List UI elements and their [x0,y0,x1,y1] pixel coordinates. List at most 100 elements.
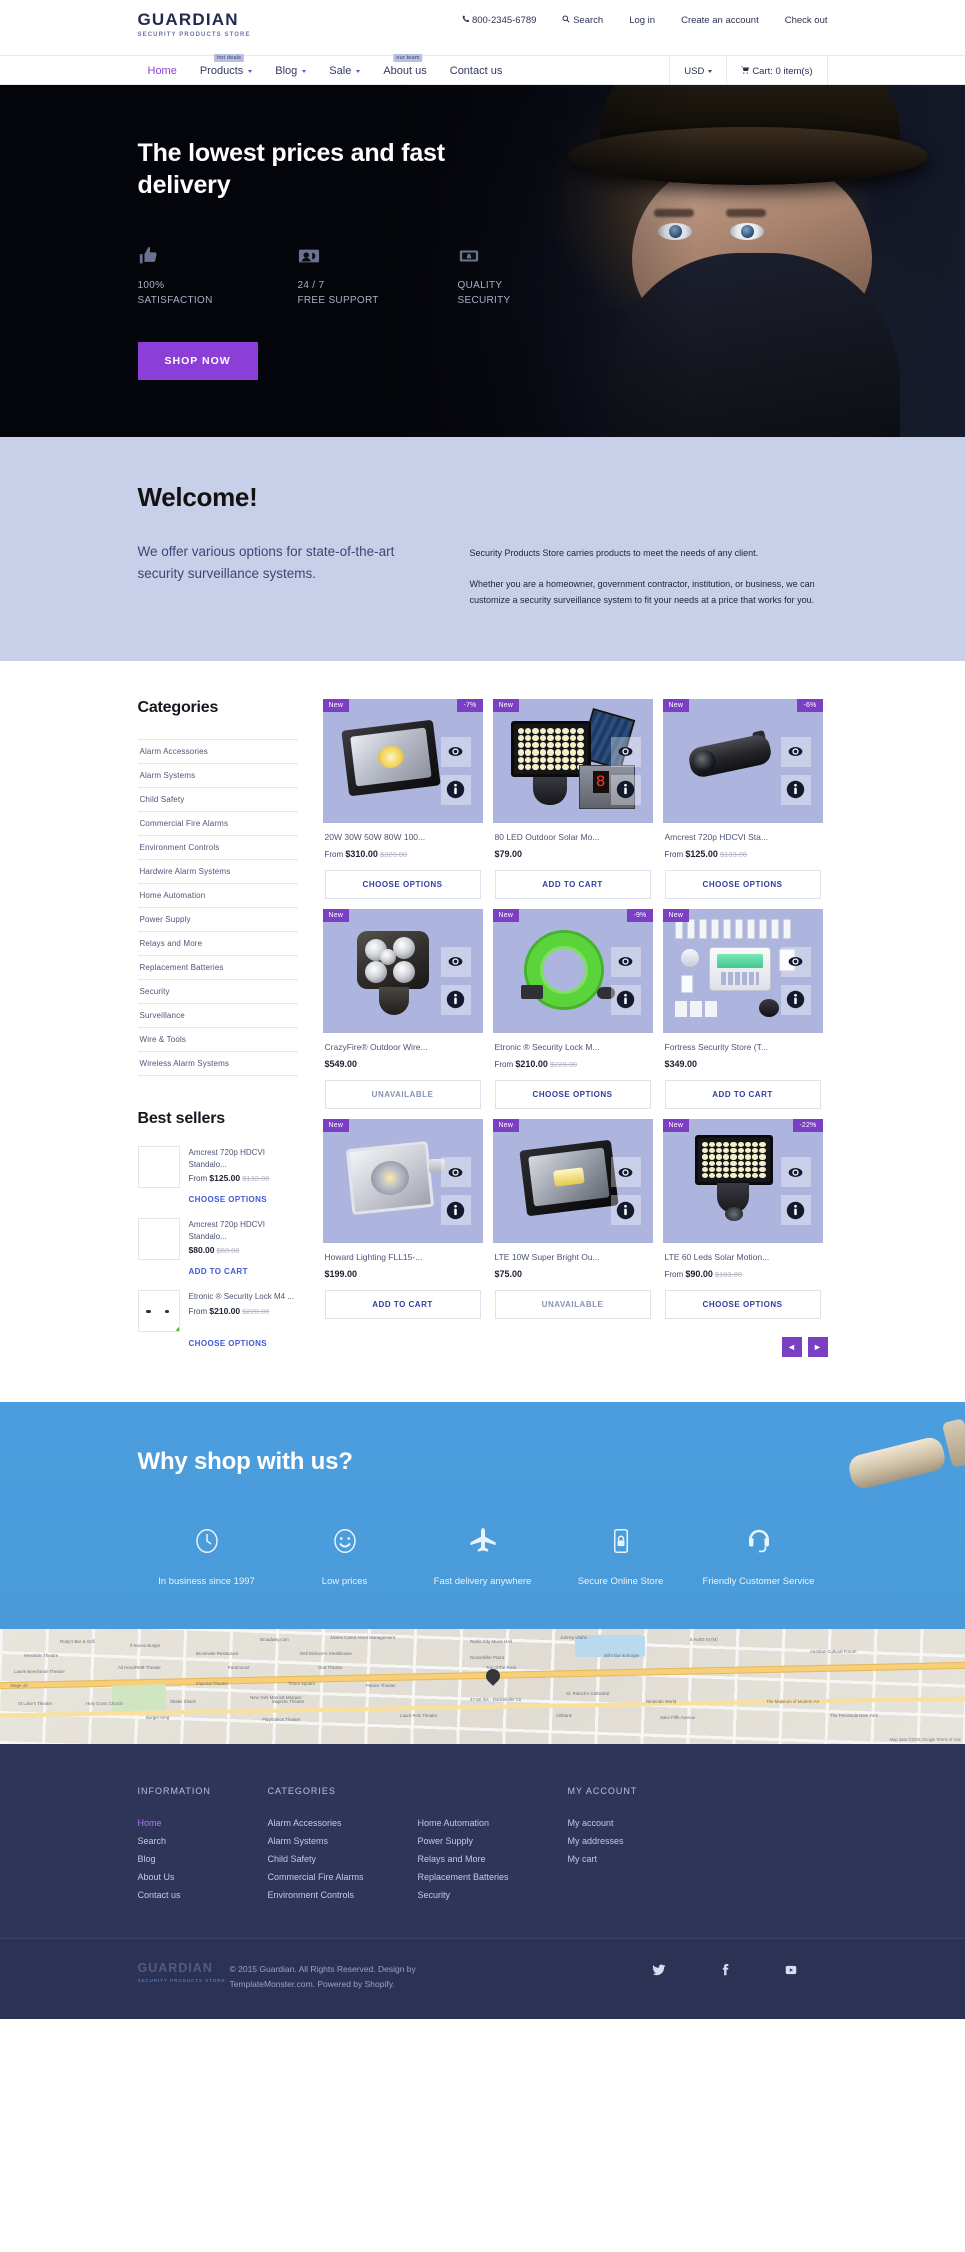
category-link[interactable]: Child Safety [137,788,298,812]
footer-brand-logo[interactable]: GUARDIAN SECURITY PRODUCTS STORE [138,1961,230,1983]
quick-view-icon[interactable] [610,1157,641,1188]
product-info-icon[interactable] [440,1195,471,1226]
cart-link[interactable]: Cart: 0 item(s) [726,56,828,86]
footer-link[interactable]: My account [568,1814,828,1832]
product-card[interactable]: New -22% LTE 60 Leds Solar Motion... From $… [662,1119,823,1320]
footer-link[interactable]: Commercial Fire Alarms [268,1868,418,1886]
footer-link[interactable]: My cart [568,1850,828,1868]
category-link[interactable]: Surveillance [137,1004,298,1028]
nav-item-blog[interactable]: Blog [275,65,307,77]
footer-link[interactable]: Home Automation [418,1814,568,1832]
footer-link[interactable]: About Us [138,1868,268,1886]
quick-view-icon[interactable] [780,736,811,767]
checkout-link[interactable]: Check out [785,15,828,26]
footer-link[interactable]: Replacement Batteries [418,1868,568,1886]
category-link[interactable]: Power Supply [137,908,298,932]
product-info-icon[interactable] [610,774,641,805]
product-info-icon[interactable] [610,984,641,1015]
footer-link[interactable]: Security [418,1886,568,1904]
footer-link[interactable]: Alarm Systems [268,1832,418,1850]
currency-selector[interactable]: USD [669,56,726,86]
product-cta-button[interactable]: UNAVAILABLE [494,1290,651,1320]
category-link[interactable]: Home Automation [137,884,298,908]
product-image[interactable]: New [492,1119,653,1244]
product-info-icon[interactable] [780,984,811,1015]
product-card[interactable]: New -6% Amcrest 720p HDCVI Sta... From $125… [662,698,823,899]
product-image[interactable]: 8 New [492,698,653,823]
category-link[interactable]: Relays and More [137,932,298,956]
category-link[interactable]: Wireless Alarm Systems [137,1052,298,1076]
best-seller-cta[interactable]: ADD TO CART [189,1267,298,1276]
nav-item-about-us[interactable]: our team About us [383,54,427,77]
create-account-link[interactable]: Create an account [681,15,759,26]
category-link[interactable]: Hardwire Alarm Systems [137,860,298,884]
product-card[interactable]: New -9% Etronic ® Security Lock M... From $… [492,908,653,1110]
category-link[interactable]: Alarm Accessories [137,740,298,764]
quick-view-icon[interactable] [780,1157,811,1188]
product-image[interactable]: New [662,908,823,1033]
product-cta-button[interactable]: ADD TO CART [324,1290,481,1320]
best-seller-cta[interactable]: CHOOSE OPTIONS [189,1195,298,1204]
product-card[interactable]: 8 New 80 LED Outdoor Solar Mo... $79.00 ADD … [492,698,653,899]
product-image[interactable]: New -9% [492,908,653,1033]
footer-link[interactable]: Power Supply [418,1832,568,1850]
footer-link[interactable]: My addresses [568,1832,828,1850]
shop-now-button[interactable]: SHOP NOW [137,342,258,380]
nav-item-contact-us[interactable]: Contact us [450,65,503,77]
best-seller-thumbnail[interactable] [137,1289,180,1332]
facebook-icon[interactable] [718,1963,732,1982]
product-info-icon[interactable] [440,984,471,1015]
quick-view-icon[interactable] [440,736,471,767]
footer-link[interactable]: Search [138,1832,268,1850]
best-seller-item[interactable]: Amcrest 720p HDCVI Standalo... From $125.… [137,1145,298,1188]
product-cta-button[interactable]: CHOOSE OPTIONS [664,869,821,899]
product-cta-button[interactable]: ADD TO CART [494,869,651,899]
nav-item-home[interactable]: Home [148,65,177,77]
twitter-icon[interactable] [652,1963,666,1982]
carousel-next-button[interactable]: ► [807,1337,828,1358]
best-seller-thumbnail[interactable] [137,1145,180,1188]
brand-logo[interactable]: GUARDIAN SECURITY PRODUCTS STORE [138,0,251,38]
product-info-icon[interactable] [610,1195,641,1226]
product-card[interactable]: New Fortress Security Store (T... $349.00 A… [662,908,823,1110]
quick-view-icon[interactable] [440,1157,471,1188]
product-cta-button[interactable]: UNAVAILABLE [324,1080,481,1110]
footer-link[interactable]: Home [138,1814,268,1832]
map-location-pin[interactable] [483,1666,503,1687]
product-info-icon[interactable] [780,774,811,805]
best-seller-item[interactable]: Amcrest 720p HDCVI Standalo... $80.00 $88.… [137,1217,298,1260]
category-link[interactable]: Environment Controls [137,836,298,860]
quick-view-icon[interactable] [440,946,471,977]
category-link[interactable]: Alarm Systems [137,764,298,788]
nav-item-products[interactable]: hot deals Products [200,54,253,77]
product-card[interactable]: New LTE 10W Super Bright Ou... $75.00 UNAVA… [492,1119,653,1320]
product-cta-button[interactable]: ADD TO CART [664,1080,821,1110]
footer-link[interactable]: Alarm Accessories [268,1814,418,1832]
product-image[interactable]: New -7% [322,698,483,823]
product-image[interactable]: New -22% [662,1119,823,1244]
category-link[interactable]: Replacement Batteries [137,956,298,980]
product-info-icon[interactable] [780,1195,811,1226]
footer-link[interactable]: Relays and More [418,1850,568,1868]
quick-view-icon[interactable] [780,946,811,977]
footer-link[interactable]: Blog [138,1850,268,1868]
product-card[interactable]: New Howard Lighting FLL15-... $199.00 ADD T… [322,1119,483,1320]
product-card[interactable]: New -7% 20W 30W 50W 80W 100... From $310.00… [322,698,483,899]
carousel-prev-button[interactable]: ◄ [781,1337,802,1358]
phone-number[interactable]: 800-2345-6789 [462,15,536,26]
footer-link[interactable]: Environment Controls [268,1886,418,1904]
product-image[interactable]: New [322,1119,483,1244]
product-cta-button[interactable]: CHOOSE OPTIONS [664,1290,821,1320]
product-image[interactable]: New -6% [662,698,823,823]
footer-link[interactable]: Contact us [138,1886,268,1904]
best-seller-cta[interactable]: CHOOSE OPTIONS [189,1339,298,1348]
location-map[interactable]: Ruby's Bar & Grill Il Nuovo Burger Broadwa… [0,1629,965,1745]
footer-link[interactable]: Child Safety [268,1850,418,1868]
category-link[interactable]: Commercial Fire Alarms [137,812,298,836]
category-link[interactable]: Security [137,980,298,1004]
search-link[interactable]: Search [562,15,603,26]
youtube-icon[interactable] [784,1963,798,1982]
product-info-icon[interactable] [440,774,471,805]
product-image[interactable]: New [322,908,483,1033]
login-link[interactable]: Log in [629,15,655,26]
